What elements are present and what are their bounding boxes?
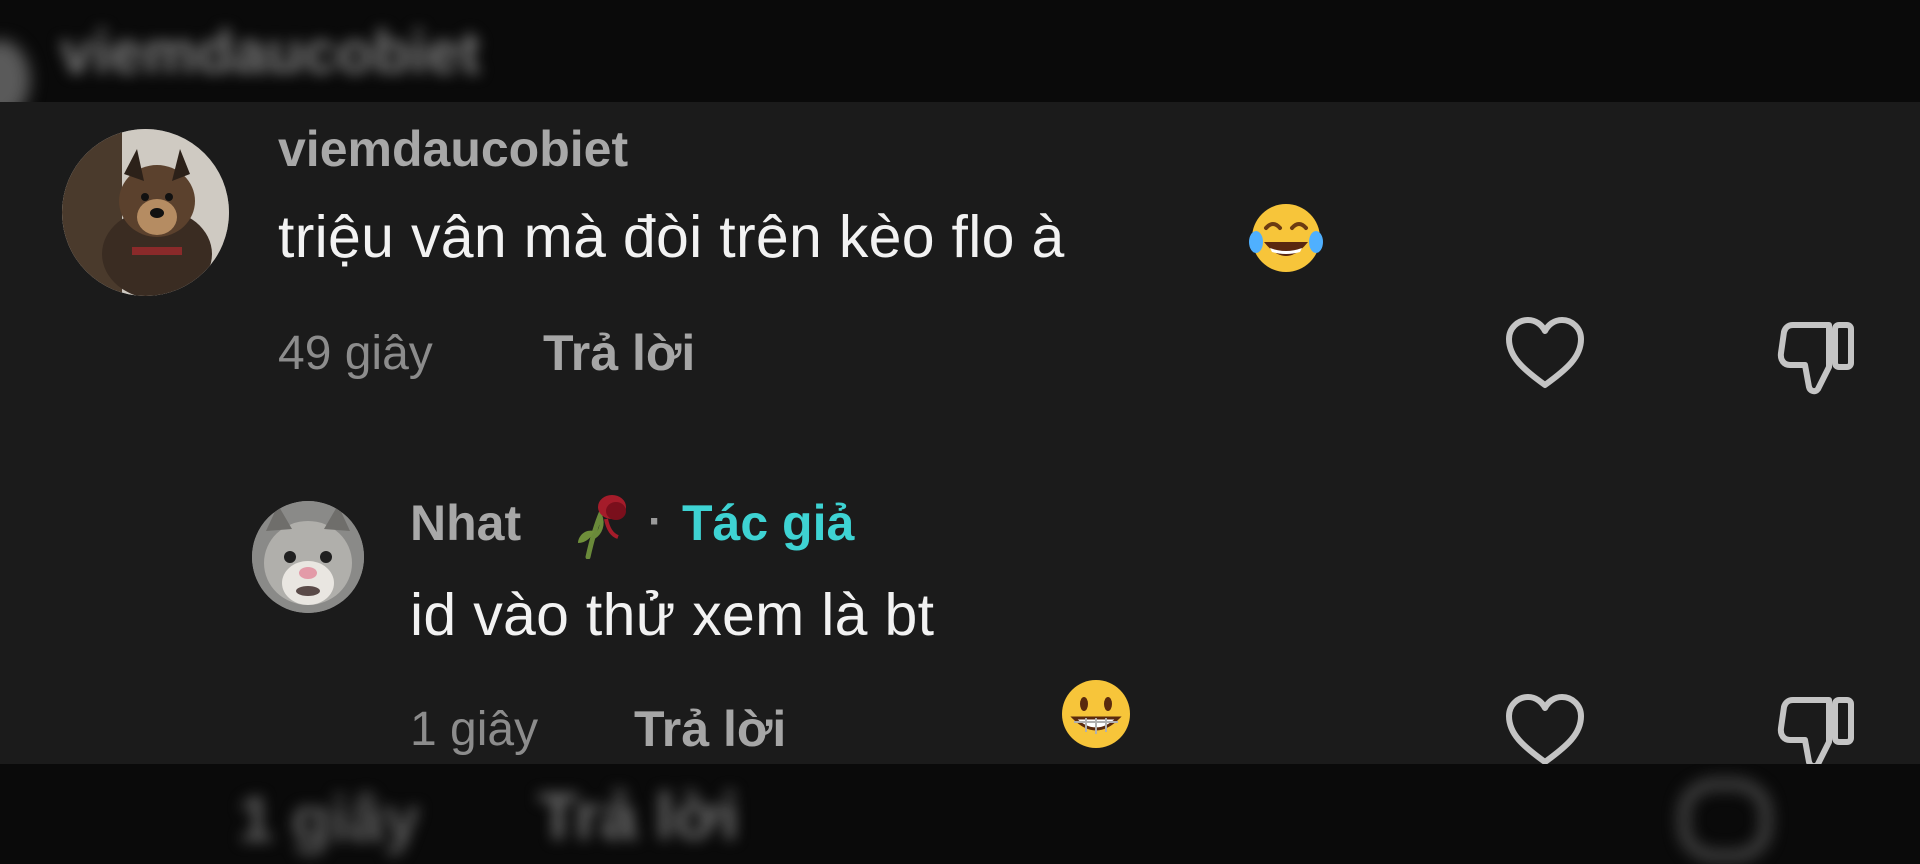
grinning-face-emoji	[1062, 680, 1130, 748]
reply-button[interactable]: Trả lời	[634, 704, 786, 754]
dislike-thumbs-down-icon[interactable]	[1775, 690, 1859, 774]
blurred-heart-icon	[1680, 780, 1770, 860]
blurred-reply: Trả lời	[538, 779, 739, 853]
blurred-top-overlay: viemdaucobiet	[0, 0, 1920, 102]
reply-button[interactable]: Trả lời	[543, 328, 695, 378]
blurred-username: viemdaucobiet	[60, 19, 481, 86]
avatar[interactable]	[62, 129, 229, 296]
blurred-avatar-edge	[0, 40, 30, 102]
comment-username[interactable]: viemdaucobiet	[278, 124, 628, 174]
author-badge: Tác giả	[682, 495, 855, 551]
comment-time: 49 giây	[278, 327, 433, 380]
tears-of-joy-emoji	[1249, 204, 1323, 272]
dislike-thumbs-down-icon[interactable]	[1775, 315, 1859, 399]
dog-avatar-image	[62, 129, 229, 296]
blurred-time: 1 giây	[238, 783, 420, 855]
like-heart-icon[interactable]	[1503, 692, 1587, 768]
blurred-bottom-overlay: 1 giây Trả lời	[0, 764, 1920, 864]
comment-panel: viemdaucobiet triệu vân mà đòi trên kèo …	[0, 102, 1920, 770]
reply-time: 1 giây	[410, 703, 539, 756]
avatar[interactable]	[252, 501, 364, 613]
username-separator: ·	[648, 497, 663, 546]
wilted-rose-emoji	[578, 495, 626, 559]
reply-username[interactable]: Nhat	[410, 498, 521, 548]
like-heart-icon[interactable]	[1503, 315, 1587, 391]
cat-avatar-image	[252, 501, 364, 613]
reply-text: id vào thử xem là bt	[410, 582, 935, 648]
comment-text: triệu vân mà đòi trên kèo flo à	[278, 204, 1065, 270]
